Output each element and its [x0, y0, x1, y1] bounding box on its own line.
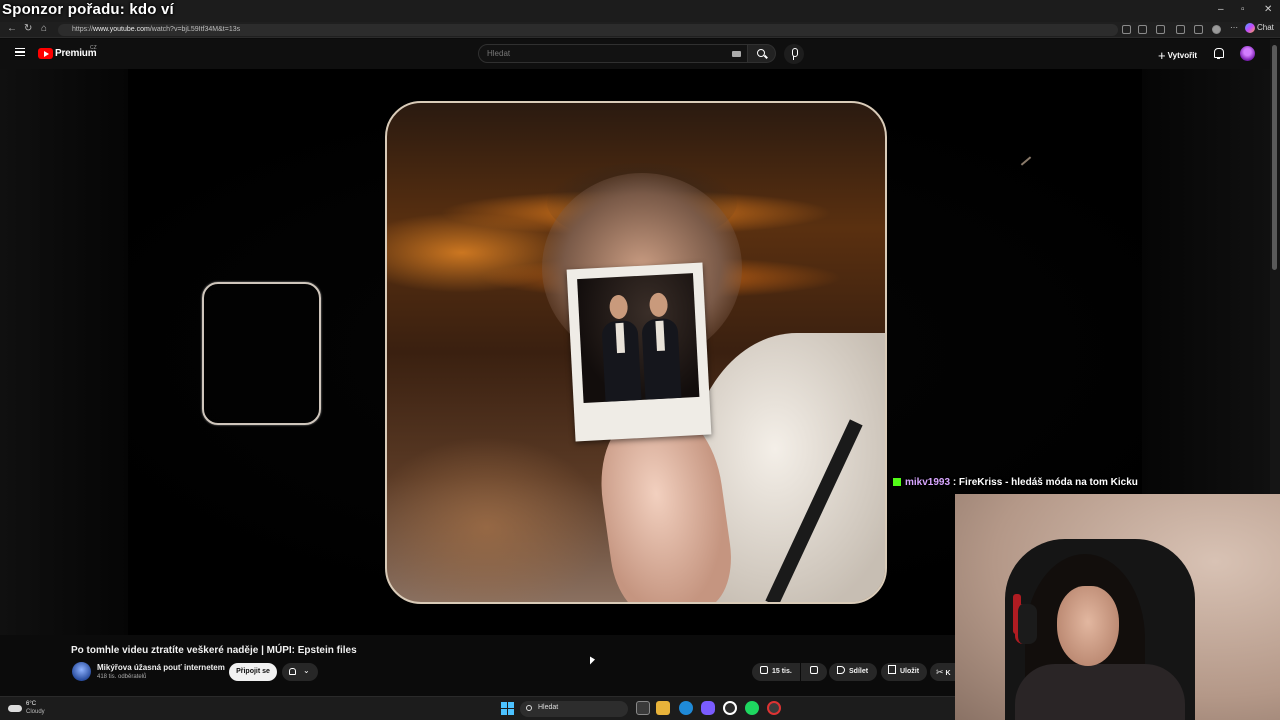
- scrollbar-thumb[interactable]: [1272, 45, 1277, 270]
- menu-icon[interactable]: [15, 48, 25, 56]
- youtube-logo-icon[interactable]: [38, 48, 53, 59]
- voice-search-icon[interactable]: [784, 44, 804, 64]
- copilot-icon: [1245, 23, 1255, 33]
- save-button[interactable]: Uložit: [881, 663, 927, 681]
- taskbar-search[interactable]: Hledat: [520, 701, 628, 717]
- spotify-icon[interactable]: [745, 701, 759, 715]
- browser-titlebar: – ▫ ✕: [0, 0, 1280, 22]
- thumbs-up-icon: [760, 666, 768, 674]
- photo-person-right: [641, 317, 682, 400]
- video-frame-outline: [202, 282, 321, 425]
- thumbs-down-icon: [810, 666, 818, 674]
- stream-chat-message: mikv1993 : FireKriss - hledáš móda na to…: [893, 477, 1138, 488]
- bookmark-star-icon[interactable]: [1138, 25, 1147, 34]
- like-button[interactable]: 15 tis.: [752, 663, 800, 681]
- back-icon[interactable]: ←: [7, 23, 17, 34]
- share-button[interactable]: Sdílet: [829, 663, 877, 681]
- photo-person-left: [601, 320, 642, 402]
- plus-icon: +: [1158, 48, 1166, 63]
- scissors-icon: ✂: [936, 667, 944, 677]
- home-icon[interactable]: ⌂: [41, 23, 47, 34]
- create-button[interactable]: + Vytvořit: [1158, 48, 1197, 63]
- streamer-body: [1015, 664, 1185, 720]
- channel-name[interactable]: Mikýřova úžasná pouť internetem: [97, 663, 225, 672]
- address-bar: ← ↻ ⌂ https://www.youtube.com/watch?v=bj…: [0, 22, 1280, 38]
- video-frame-image: [385, 101, 887, 604]
- edge-icon[interactable]: [679, 701, 693, 715]
- bookmark-icon: [888, 665, 896, 674]
- kick-icon: [893, 478, 901, 486]
- video-title: Po tomhle videu ztratíte veškeré naděje …: [71, 645, 357, 656]
- file-explorer-icon[interactable]: [656, 701, 670, 715]
- player-side-shade-left: [0, 69, 128, 635]
- copilot-chat-button[interactable]: Chat: [1245, 23, 1274, 33]
- minimize-icon[interactable]: –: [1218, 4, 1224, 15]
- discord-icon[interactable]: [701, 701, 715, 715]
- close-icon[interactable]: ✕: [1264, 4, 1272, 15]
- search-icon: [757, 49, 765, 57]
- youtube-header: Premium CZ Hledat + Vytvořit: [0, 39, 1270, 69]
- headset-icon: [1015, 604, 1037, 644]
- account-icon[interactable]: [1212, 25, 1221, 34]
- search-input[interactable]: Hledat: [478, 44, 748, 63]
- chat-username: mikv1993: [905, 477, 951, 488]
- chat-text: : FireKriss - hledáš móda na tom Kicku: [950, 477, 1138, 488]
- app-c-icon[interactable]: [723, 701, 737, 715]
- screen: – ▫ ✕ Sponzor pořadu: kdo ví ← ↻ ⌂ https…: [0, 0, 1280, 720]
- user-avatar[interactable]: [1240, 46, 1255, 61]
- polaroid-photo: [566, 262, 712, 442]
- region-code: CZ: [90, 45, 97, 51]
- sponsor-overlay-text: Sponzor pořadu: kdo ví: [2, 1, 174, 18]
- share-icon: [837, 666, 845, 674]
- start-icon[interactable]: [501, 702, 514, 715]
- streamer-face: [1057, 586, 1119, 666]
- polaroid-image: [577, 273, 700, 403]
- mouse-cursor-icon: [590, 656, 595, 668]
- maximize-icon[interactable]: ▫: [1241, 4, 1245, 15]
- keyboard-icon[interactable]: [732, 51, 741, 57]
- favorites-icon[interactable]: [1194, 25, 1203, 34]
- profile-icon[interactable]: [1176, 25, 1185, 34]
- extensions-icon[interactable]: [1156, 25, 1165, 34]
- dislike-button[interactable]: [801, 663, 827, 681]
- weather-temperature: 6°C: [26, 701, 37, 707]
- weather-condition: Cloudy: [26, 709, 45, 715]
- translate-icon[interactable]: [1122, 25, 1131, 34]
- webcam-overlay: [955, 494, 1280, 720]
- cloud-icon: [8, 705, 22, 712]
- taskbar-search-label: Hledat: [538, 704, 559, 711]
- subscription-bell-button[interactable]: ⌄: [282, 663, 318, 681]
- notifications-icon[interactable]: [1213, 48, 1224, 59]
- search-icon: [526, 705, 532, 711]
- windows-taskbar: 6°C Cloudy Hledat: [0, 696, 955, 720]
- chevron-down-icon: ⌄: [303, 666, 310, 675]
- url-text: https://www.youtube.com/watch?v=bjL59Itf…: [72, 26, 241, 33]
- search-placeholder: Hledat: [487, 49, 511, 58]
- search-button[interactable]: [748, 44, 776, 63]
- app-settings-icon[interactable]: [767, 701, 781, 715]
- clip-button[interactable]: ✂ K: [930, 663, 955, 681]
- join-button[interactable]: Připojit se: [229, 663, 277, 681]
- bell-icon: [289, 668, 296, 675]
- task-view-icon[interactable]: [636, 701, 650, 715]
- url-field[interactable]: https://www.youtube.com/watch?v=bjL59Itf…: [58, 24, 1118, 36]
- channel-avatar[interactable]: [72, 662, 91, 681]
- player-side-shade-right: [1142, 69, 1270, 494]
- subscriber-count: 418 tis. odběratelů: [97, 674, 147, 680]
- reload-icon[interactable]: ↻: [24, 23, 32, 34]
- more-icon[interactable]: ⋯: [1230, 23, 1239, 32]
